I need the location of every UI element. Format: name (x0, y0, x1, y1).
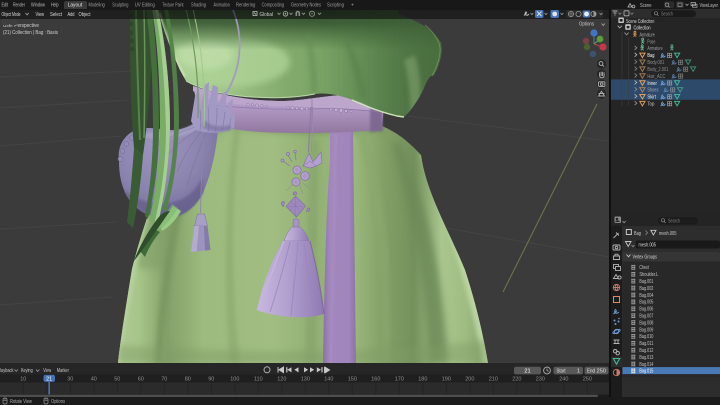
svg-text:160: 160 (371, 376, 380, 382)
svg-text:220: 220 (512, 376, 521, 382)
svg-text:60: 60 (138, 376, 144, 382)
svg-text:Bag.006: Bag.006 (639, 307, 653, 313)
svg-text:Layout: Layout (68, 2, 83, 8)
svg-text:Bag.010: Bag.010 (639, 334, 653, 340)
svg-text:Rendering: Rendering (236, 2, 256, 8)
svg-text:190: 190 (442, 376, 451, 382)
svg-text:Bag.013: Bag.013 (639, 355, 653, 361)
svg-text:Bag.011: Bag.011 (639, 341, 653, 347)
svg-text:200: 200 (465, 376, 474, 382)
svg-text:(21) Collection | Bag : Basis: (21) Collection | Bag : Basis (3, 30, 58, 36)
svg-text:Bag.008: Bag.008 (639, 320, 653, 326)
svg-text:Bag.001: Bag.001 (639, 279, 653, 285)
svg-text:1: 1 (577, 369, 580, 375)
svg-text:Chest: Chest (639, 265, 649, 271)
svg-text:130: 130 (301, 376, 310, 382)
svg-text:View: View (43, 368, 51, 374)
svg-text:Bag.007: Bag.007 (639, 314, 653, 320)
svg-text:90: 90 (208, 376, 214, 382)
svg-text:Inner: Inner (647, 81, 657, 87)
svg-text:Search: Search (668, 219, 680, 225)
svg-text:Scripting: Scripting (327, 2, 344, 8)
svg-text:100: 100 (230, 376, 239, 382)
svg-text:Bag: Bag (647, 53, 654, 59)
svg-text:Body_2.001: Body_2.001 (647, 67, 668, 73)
svg-text:Bag.002: Bag.002 (639, 286, 653, 292)
svg-text:Help: Help (51, 2, 59, 8)
svg-text:21: 21 (524, 369, 530, 375)
svg-text:40: 40 (91, 376, 97, 382)
svg-text:Collection: Collection (634, 26, 651, 32)
svg-text:Window: Window (31, 2, 45, 8)
svg-text:230: 230 (536, 376, 545, 382)
svg-text:View: View (36, 12, 45, 18)
svg-text:Shoes: Shoes (647, 88, 658, 94)
svg-text:Shoulder.L: Shoulder.L (639, 272, 658, 278)
svg-text:110: 110 (254, 376, 263, 382)
svg-text:Bag.004: Bag.004 (639, 293, 653, 299)
svg-text:Body.001: Body.001 (647, 60, 664, 66)
svg-text:80: 80 (185, 376, 191, 382)
svg-text:Bag: Bag (634, 231, 641, 237)
svg-text:Global: Global (260, 12, 274, 18)
svg-text:Bag.009: Bag.009 (639, 327, 653, 333)
svg-text:mesh.005: mesh.005 (659, 231, 677, 237)
svg-text:Texture Paint: Texture Paint (162, 2, 184, 8)
svg-text:Start: Start (557, 368, 567, 374)
svg-text:Armature: Armature (647, 46, 662, 52)
svg-text:Keying: Keying (21, 368, 33, 374)
svg-text:21: 21 (46, 376, 52, 382)
svg-text:180: 180 (418, 376, 427, 382)
svg-text:Vertex Groups: Vertex Groups (633, 255, 658, 261)
svg-text:150: 150 (348, 376, 357, 382)
svg-text:Select: Select (50, 12, 63, 18)
svg-text:Edit: Edit (2, 2, 9, 8)
svg-text:50: 50 (114, 376, 120, 382)
svg-text:End: End (587, 368, 595, 374)
svg-text:170: 170 (395, 376, 404, 382)
svg-text:Marker: Marker (57, 368, 69, 374)
svg-text:140: 140 (324, 376, 333, 382)
svg-text:Rotate View: Rotate View (10, 399, 32, 405)
svg-text:UV Editing: UV Editing (135, 2, 155, 8)
svg-text:Object Mode: Object Mode (2, 12, 21, 18)
svg-text:Top: Top (647, 102, 654, 108)
svg-text:Bag.012: Bag.012 (639, 348, 653, 354)
svg-text:10: 10 (20, 376, 26, 382)
svg-text:Compositing: Compositing (262, 2, 285, 8)
svg-text:240: 240 (559, 376, 568, 382)
svg-text:Object: Object (79, 12, 92, 18)
svg-text:Armature: Armature (640, 33, 655, 39)
svg-text:250: 250 (583, 376, 592, 382)
svg-text:70: 70 (161, 376, 167, 382)
svg-text:Sculpting: Sculpting (112, 2, 128, 8)
svg-text:Playback: Playback (0, 368, 14, 374)
svg-text:Animation: Animation (214, 2, 230, 8)
svg-text:Add: Add (68, 12, 75, 18)
svg-text:Render: Render (13, 2, 25, 8)
svg-text:250: 250 (597, 369, 606, 375)
svg-text:Options: Options (51, 399, 65, 405)
svg-text:Pose: Pose (647, 39, 655, 45)
svg-text:mesh.005: mesh.005 (639, 243, 657, 249)
svg-text:120: 120 (277, 376, 286, 382)
svg-text:Scene Collection: Scene Collection (626, 19, 654, 25)
svg-text:Shading: Shading (191, 2, 206, 8)
svg-text:30: 30 (67, 376, 73, 382)
svg-text:+: + (351, 2, 354, 8)
svg-text:Hair_ACC: Hair_ACC (647, 74, 665, 80)
svg-text:Bag.014: Bag.014 (639, 362, 653, 368)
svg-text:Bag.015: Bag.015 (639, 369, 653, 375)
svg-text:Bag.005: Bag.005 (639, 300, 653, 306)
svg-text:Geometry Nodes: Geometry Nodes (291, 2, 321, 8)
svg-text:Modeling: Modeling (89, 2, 105, 8)
svg-text:210: 210 (489, 376, 498, 382)
svg-text:Skirt: Skirt (647, 95, 656, 101)
